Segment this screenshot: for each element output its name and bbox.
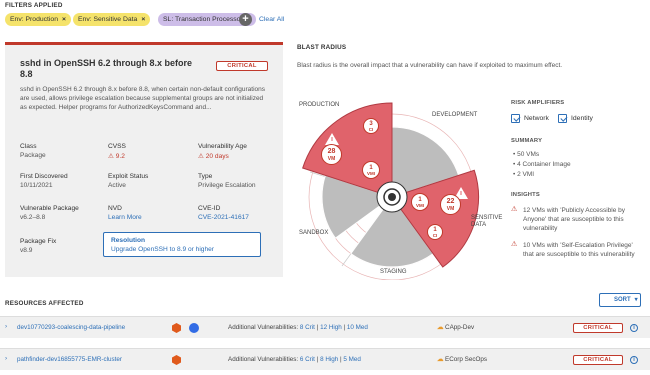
vmi-bubble[interactable]: 1 VMI bbox=[362, 161, 380, 179]
cve-label: CVE-ID bbox=[198, 205, 221, 212]
aws-icon: ☁ bbox=[437, 356, 444, 363]
account: ☁ CApp-Dev bbox=[437, 324, 475, 331]
exploit-value: Active bbox=[108, 182, 126, 189]
resource-name-link[interactable]: pathfinder-dev16855775-EMR-cluster bbox=[17, 356, 122, 363]
vulnerability-card: sshd in OpenSSH 6.2 through 8.x before 8… bbox=[5, 42, 283, 277]
info-icon[interactable]: i bbox=[630, 324, 638, 332]
clear-all-link[interactable]: Clear All bbox=[259, 16, 284, 23]
vm-bubble[interactable]: 22 VM bbox=[440, 194, 461, 215]
chevron-right-icon[interactable]: › bbox=[5, 355, 7, 362]
aws-service-icon bbox=[172, 323, 181, 333]
fix-value: v8.9 bbox=[20, 247, 33, 254]
type-label: Type bbox=[198, 173, 213, 180]
ci-bubble[interactable]: 1 CI bbox=[427, 224, 443, 240]
vmi-bubble[interactable]: 1 VMI bbox=[411, 193, 429, 211]
warning-icon: ⚠ bbox=[511, 241, 518, 248]
filters-title: FILTERS APPLIED bbox=[5, 2, 63, 9]
chip-label: SL: Transaction Processor bbox=[163, 16, 243, 23]
blast-radius-subtitle: Blast radius is the overall impact that … bbox=[297, 62, 563, 69]
summary-title: SUMMARY bbox=[511, 138, 543, 144]
sector-label-production: PRODUCTION bbox=[299, 102, 340, 108]
chip-label: Env: Production bbox=[10, 16, 58, 23]
fix-label: Package Fix bbox=[20, 238, 57, 245]
severity-badge: CRITICAL bbox=[216, 61, 268, 71]
blast-radius-title: BLAST RADIUS bbox=[297, 44, 347, 51]
vulnerability-title: sshd in OpenSSH 6.2 through 8.x before 8… bbox=[20, 58, 193, 79]
cvss-label: CVSS bbox=[108, 143, 126, 150]
network-checkbox[interactable] bbox=[511, 114, 520, 123]
nvd-label: NVD bbox=[108, 205, 122, 212]
additional-vulns: Additional Vulnerabilities: 8 Crit | 12 … bbox=[228, 324, 368, 331]
resources-title: RESOURCES AFFECTED bbox=[5, 300, 84, 307]
first-discovered-label: First Discovered bbox=[20, 173, 68, 180]
close-icon[interactable]: × bbox=[62, 16, 66, 23]
aws-service-icon bbox=[172, 355, 181, 365]
class-label: Class bbox=[20, 143, 37, 150]
severity-badge: CRITICAL bbox=[573, 323, 623, 333]
sector-label-staging: STAGING bbox=[380, 269, 407, 275]
info-icon[interactable]: i bbox=[630, 356, 638, 364]
summary-item: • 50 VMs bbox=[513, 151, 540, 158]
chip-label: Env: Sensitive Data bbox=[78, 16, 138, 23]
production-sector bbox=[302, 102, 393, 198]
warning-icon: ⚠ bbox=[198, 153, 206, 160]
additional-vulns: Additional Vulnerabilities: 6 Crit | 8 H… bbox=[228, 356, 361, 363]
kubernetes-icon bbox=[189, 323, 199, 333]
insights-title: INSIGHTS bbox=[511, 192, 540, 198]
resolution-box: Resolution Upgrade OpenSSH to 8.9 or hig… bbox=[103, 232, 261, 257]
close-icon[interactable]: × bbox=[141, 16, 145, 23]
resolution-value: Upgrade OpenSSH to 8.9 or higher bbox=[111, 246, 214, 253]
resource-name-link[interactable]: dev10770293-coalescing-data-pipeline bbox=[17, 324, 125, 331]
sector-label-development: DEVELOPMENT bbox=[432, 112, 478, 118]
summary-item: • 2 VMI bbox=[513, 171, 535, 178]
insight-item: 10 VMs with 'Self-Escalation Privilege' … bbox=[523, 242, 635, 258]
sector-label-sensitive-data: SENSITIVE DATA bbox=[471, 215, 503, 228]
package-label: Vulnerable Package bbox=[20, 205, 79, 212]
age-value: ⚠ 20 days bbox=[198, 153, 229, 160]
age-label: Vulnerability Age bbox=[198, 143, 247, 150]
summary-item: • 4 Container Image bbox=[513, 161, 571, 168]
first-discovered-value: 10/11/2021 bbox=[20, 182, 53, 189]
resource-row[interactable]: › pathfinder-dev16855775-EMR-cluster Add… bbox=[0, 348, 650, 370]
risk-amplifiers-title: RISK AMPLIFIERS bbox=[511, 100, 565, 106]
account: ☁ ECorp SecOps bbox=[437, 356, 488, 363]
plus-icon[interactable]: + bbox=[239, 13, 252, 26]
sort-button[interactable]: SORT ▾ bbox=[599, 293, 641, 307]
package-value: v6.2–8.8 bbox=[20, 214, 46, 221]
type-value: Privilege Escalation bbox=[198, 182, 256, 189]
resource-row[interactable]: › dev10770293-coalescing-data-pipeline A… bbox=[0, 316, 650, 338]
aws-icon: ☁ bbox=[437, 324, 444, 331]
severity-badge: CRITICAL bbox=[573, 355, 623, 365]
resolution-label: Resolution bbox=[111, 237, 146, 244]
network-label: Network bbox=[524, 115, 549, 122]
class-value: Package bbox=[20, 152, 46, 159]
cve-link[interactable]: CVE-2021-41617 bbox=[198, 214, 249, 221]
ci-bubble[interactable]: 3 CI bbox=[363, 118, 379, 134]
vm-bubble[interactable]: 28 VM bbox=[321, 144, 342, 165]
warning-icon: ⚠ bbox=[511, 206, 518, 213]
vulnerability-description: sshd in OpenSSH 6.2 through 8.x before 8… bbox=[20, 86, 265, 111]
blast-radius-chart bbox=[302, 102, 479, 280]
exploit-label: Exploit Status bbox=[108, 173, 149, 180]
sector-label-sandbox: SANDBOX bbox=[299, 230, 329, 236]
filter-chip-production[interactable]: Env: Production × bbox=[5, 13, 71, 26]
filter-chip-sensitive-data[interactable]: Env: Sensitive Data × bbox=[73, 13, 151, 26]
identity-checkbox[interactable] bbox=[558, 114, 567, 123]
insight-item: 12 VMs with 'Publicly Accessible by Anyo… bbox=[523, 207, 626, 232]
warning-icon: ⚠ bbox=[108, 153, 116, 160]
cvss-value: ⚠ 9.2 bbox=[108, 153, 125, 160]
chevron-down-icon: ▾ bbox=[634, 297, 638, 303]
chevron-right-icon[interactable]: › bbox=[5, 323, 7, 330]
nvd-learn-more-link[interactable]: Learn More bbox=[108, 214, 142, 221]
identity-label: Identity bbox=[571, 115, 593, 122]
